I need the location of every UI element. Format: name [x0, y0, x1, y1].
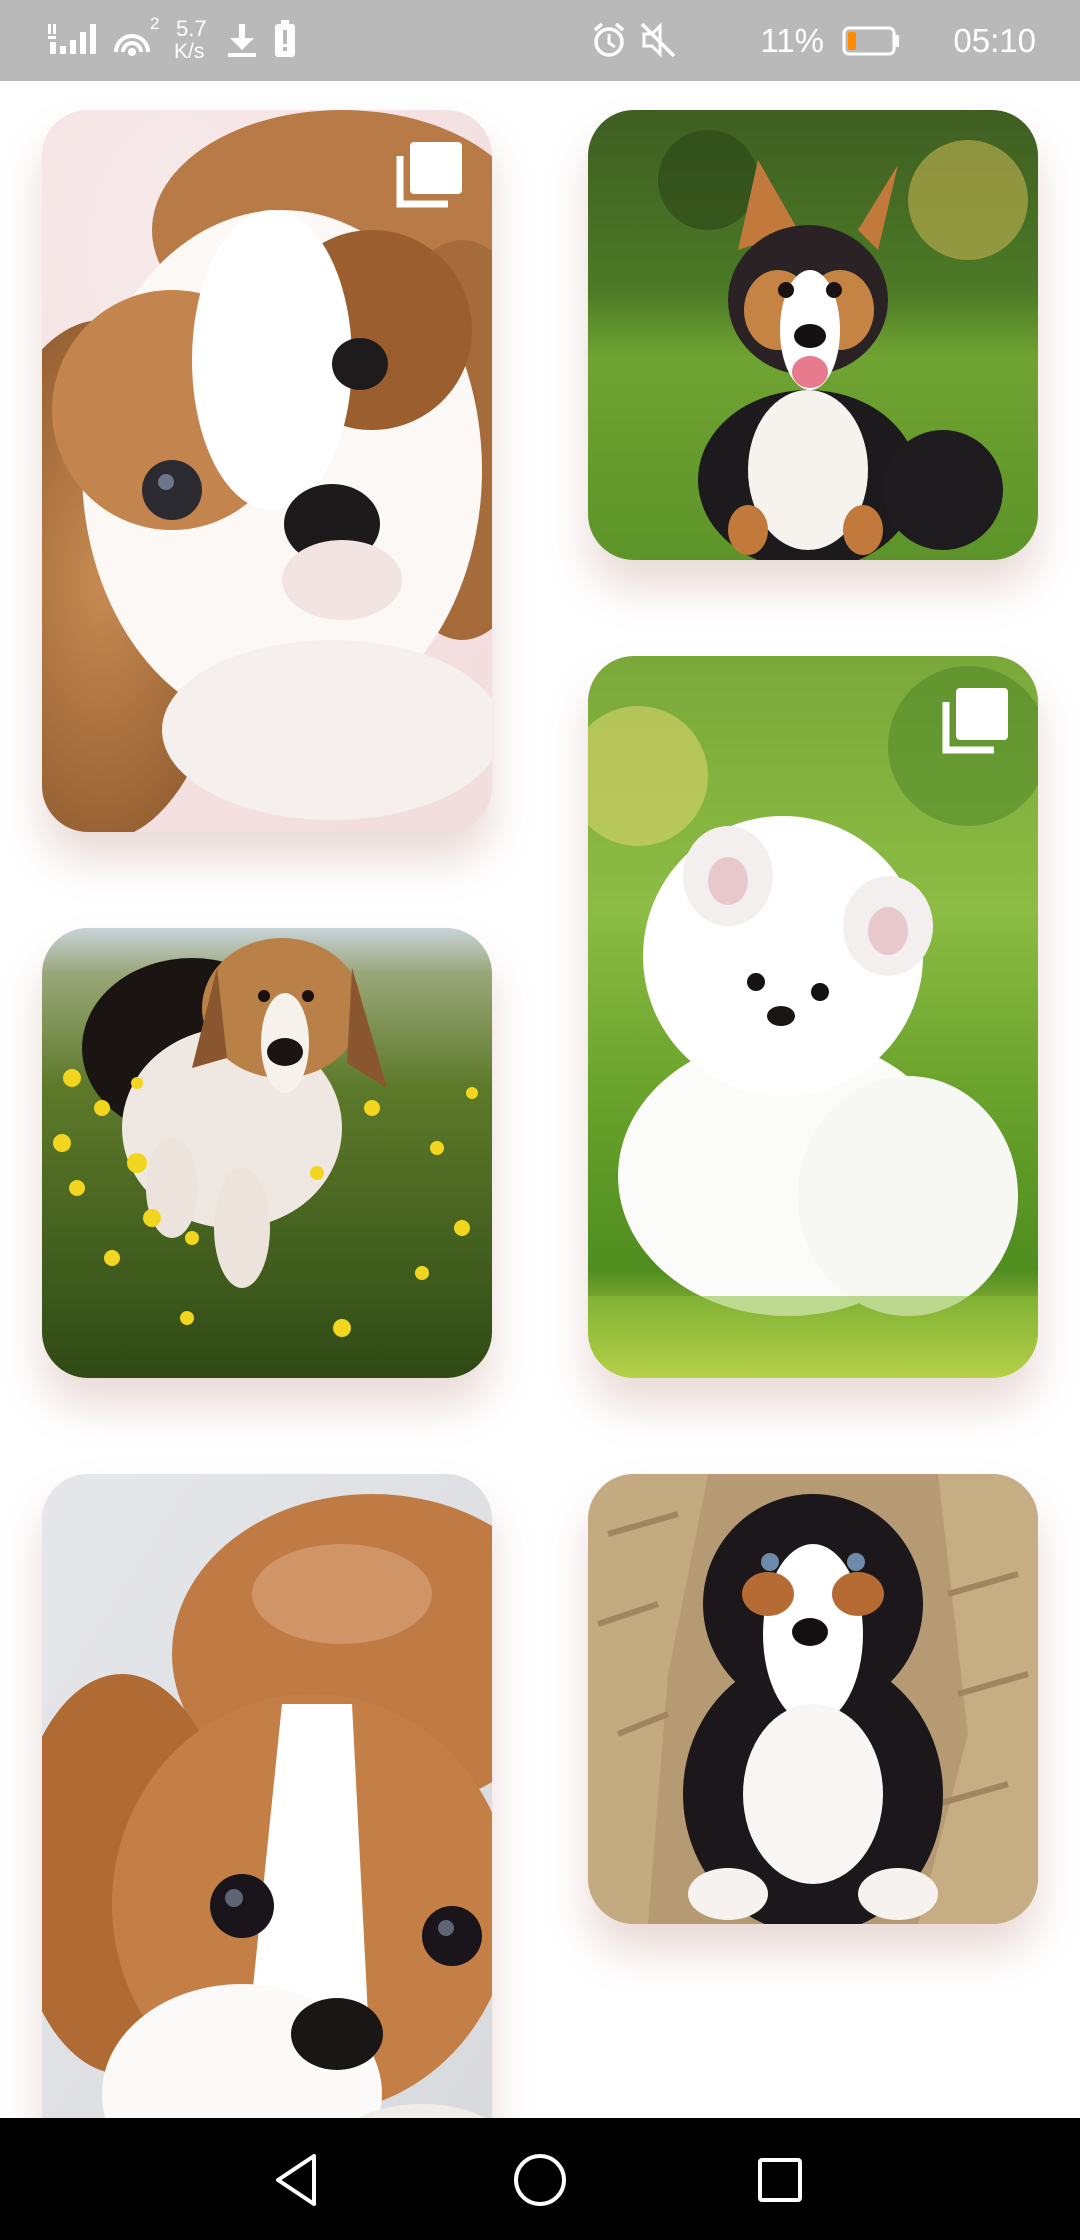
puppy-photo — [588, 1474, 1038, 1924]
home-button[interactable] — [508, 2148, 572, 2212]
photo-card-1[interactable] — [42, 110, 492, 832]
photo-card-3[interactable] — [42, 928, 492, 1378]
wifi-icon — [112, 22, 152, 63]
photo-card-6[interactable] — [588, 1474, 1038, 1924]
app-screen: 2 5.7 K/s 11% 05:10 — [0, 0, 1080, 2240]
network-speed-value: 5.7 — [176, 16, 207, 41]
puppy-photo — [42, 1474, 492, 2196]
recents-button[interactable] — [748, 2148, 812, 2212]
multiple-images-icon — [936, 686, 1010, 760]
photo-card-5[interactable] — [42, 1474, 492, 2196]
clock: 05:10 — [953, 22, 1036, 59]
wifi-badge: 2 — [150, 14, 160, 33]
alarm-icon — [592, 22, 626, 63]
mute-icon — [640, 22, 676, 63]
puppy-photo — [42, 110, 492, 832]
navigation-bar — [0, 2118, 1080, 2240]
back-button[interactable] — [268, 2148, 332, 2212]
battery-percent: 11% — [760, 22, 824, 59]
puppy-photo — [588, 110, 1038, 560]
puppy-photo — [42, 928, 492, 1378]
home-circle-icon — [514, 2154, 566, 2206]
puppy-photo — [588, 656, 1038, 1378]
back-triangle-icon — [276, 2154, 316, 2206]
battery-icon — [842, 26, 900, 61]
status-bar: 2 5.7 K/s 11% 05:10 — [0, 0, 1080, 81]
download-icon — [226, 22, 258, 63]
multiple-images-icon — [390, 140, 464, 214]
network-speed-unit: K/s — [174, 40, 205, 63]
battery-alert-icon — [274, 20, 296, 63]
photo-card-2[interactable] — [588, 110, 1038, 560]
photo-card-4[interactable] — [588, 656, 1038, 1378]
recents-square-icon — [758, 2158, 802, 2202]
signal-icon — [48, 20, 102, 61]
